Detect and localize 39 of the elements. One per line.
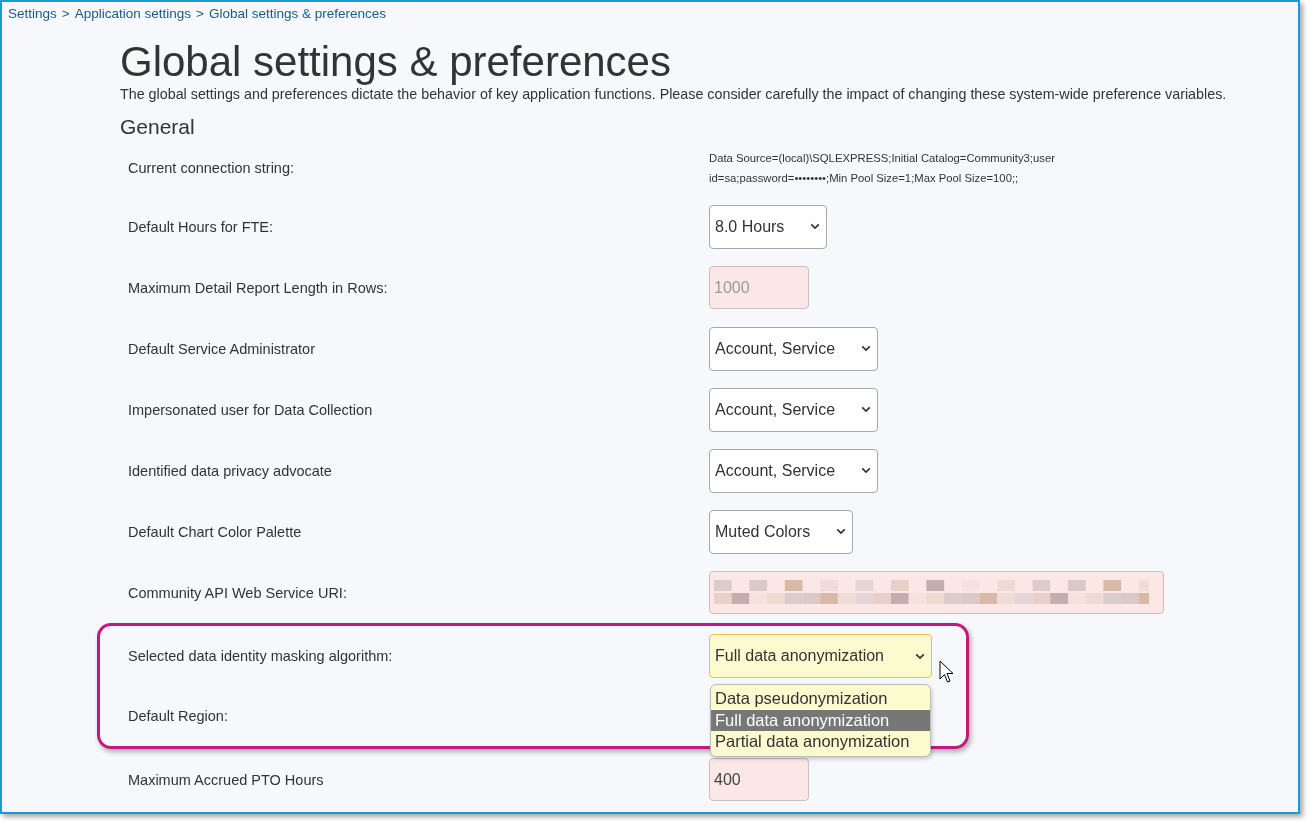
dropdown[interactable]: Account, Service [709,387,879,432]
chevron-icon [861,467,872,474]
breadcrumb-separator: > [196,6,204,21]
dropdown[interactable]: Full data anonymization [709,634,932,678]
chevron-icon [861,406,872,413]
setting-label: Community API Web Service URI: [128,584,348,601]
dropdown[interactable]: Account, Service [709,326,879,371]
dropdown[interactable]: Account, Service [709,448,879,493]
chevron-icon [810,223,821,230]
setting-label: Maximum Detail Report Length in Rows: [128,279,389,296]
setting-label: Identified data privacy advocate [128,462,333,479]
chevron-icon [915,652,925,660]
breadcrumb-link[interactable]: Settings [8,6,57,21]
page-title: Global settings & preferences [120,39,672,85]
setting-label: Default Hours for FTE: [128,218,275,235]
dropdown[interactable]: 8.0 Hours [709,204,828,249]
dropdown-option[interactable]: Full data anonymization [711,709,930,731]
setting-label: Maximum Accrued PTO Hours [128,771,325,788]
connection-string: Data Source=(local)\SQLEXPRESS;Initial Catalog=Community3;user id=sa;password=••••••••;Min Pool Size=1;Max Pool Size=100;; [709,151,1056,186]
chevron-icon [836,528,847,535]
input-field[interactable]: 400 [709,758,809,801]
blurred-text-icon [714,579,1149,606]
setting-label: Selected data identity masking algorithm: [128,648,394,664]
dropdown-option[interactable]: Partial data anonymization [711,731,930,753]
section-heading: General [120,114,196,140]
breadcrumb-link[interactable]: Global settings & preferences [208,6,386,21]
setting-label: Default Service Administrator [128,340,316,357]
setting-label: Current connection string: [128,160,296,176]
dropdown[interactable]: Muted Colors [709,509,854,554]
setting-label: Default Chart Color Palette [128,523,303,540]
page-description: The global settings and preferences dictate the behavior of key application functions. Please consider carefully the impact of changing these system-wide preference variables. [120,86,1228,102]
chevron-icon [861,345,872,352]
dropdown-option[interactable]: Data pseudonymization [711,688,930,710]
setting-label: Default Region: [128,708,229,724]
setting-label: Impersonated user for Data Collection [128,401,374,418]
pointer-icon [939,660,955,684]
input-field[interactable] [709,571,1164,614]
breadcrumb-separator: > [61,6,70,21]
breadcrumb-link[interactable]: Application settings [74,6,191,21]
